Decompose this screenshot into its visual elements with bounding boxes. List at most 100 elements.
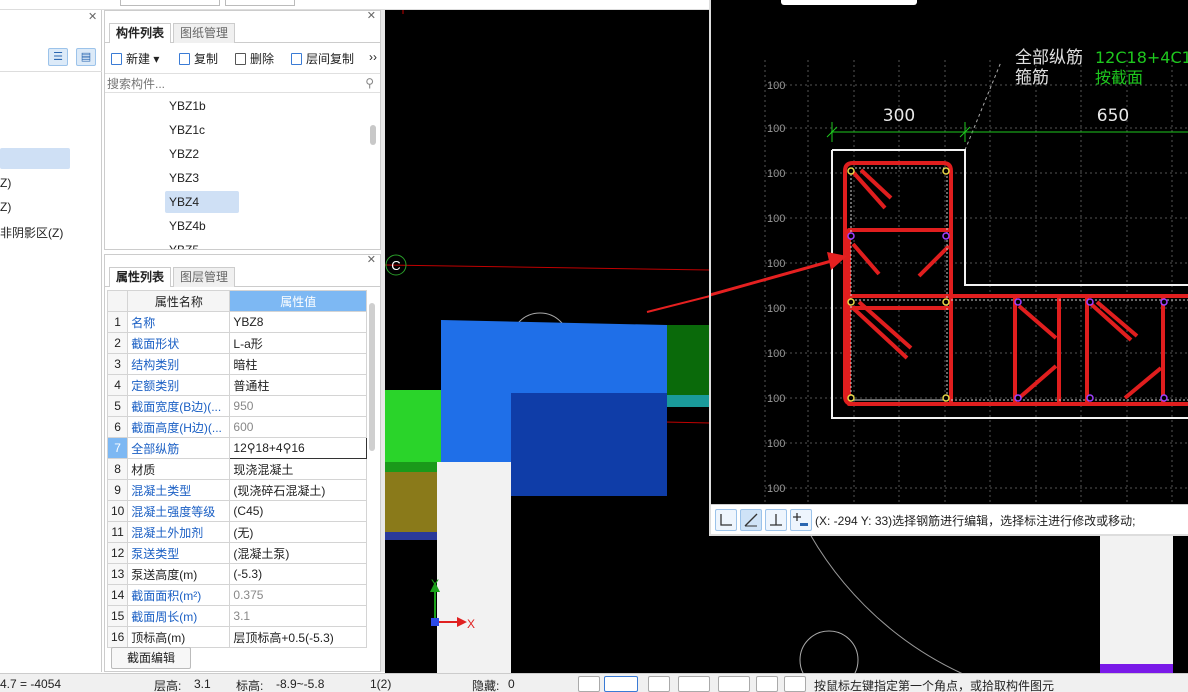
tree-item[interactable]: 非阴影区(Z) bbox=[0, 224, 63, 241]
list-item[interactable]: YBZ1c bbox=[165, 119, 239, 141]
table-row[interactable]: 14 截面面积(m²) 0.375 bbox=[106, 584, 367, 606]
table-row[interactable]: 4 定额类别 普通柱 bbox=[106, 374, 367, 396]
table-row[interactable]: 9 混凝土类型 (现浇碎石混凝土) bbox=[106, 479, 367, 501]
tree-item[interactable]: Z) bbox=[0, 200, 11, 214]
property-name: 混凝土类型 bbox=[127, 479, 231, 501]
dimension-300[interactable]: 300 bbox=[883, 106, 915, 126]
tree-toolbar: ☰ ▤ bbox=[0, 46, 102, 72]
angle-snap-button[interactable] bbox=[678, 676, 710, 692]
slope-button[interactable] bbox=[784, 676, 806, 692]
close-icon[interactable]: ✕ bbox=[367, 253, 376, 266]
more-icon[interactable]: ›› bbox=[369, 50, 377, 64]
property-value[interactable]: 600 bbox=[229, 416, 367, 438]
close-icon[interactable]: ✕ bbox=[367, 9, 376, 22]
table-row[interactable]: 8 材质 现浇混凝土 bbox=[106, 458, 367, 480]
section-edit-button[interactable]: 截面编辑 bbox=[111, 647, 191, 669]
grid-label: 100 bbox=[767, 258, 785, 270]
trash-icon bbox=[235, 53, 246, 65]
tab-property-list[interactable]: 属性列表 bbox=[109, 267, 172, 287]
scrollbar-thumb[interactable] bbox=[370, 125, 376, 145]
grid-label: 100 bbox=[767, 483, 785, 495]
section-drawing[interactable]: 100 100 100 100 100 100 100 100 100 100 全部纵筋 箍筋 1… bbox=[711, 0, 1188, 504]
cross-snap-button[interactable] bbox=[648, 676, 670, 692]
tab-layer-management[interactable]: 图层管理 bbox=[173, 267, 236, 287]
scrollbar-thumb[interactable] bbox=[369, 303, 375, 451]
column-front-face bbox=[511, 393, 667, 496]
table-row[interactable]: 2 截面形状 L-a形 bbox=[106, 332, 367, 354]
tab-component-list[interactable]: 构件列表 bbox=[109, 23, 172, 43]
property-value[interactable]: 现浇混凝土 bbox=[229, 458, 367, 480]
detail-view-icon[interactable]: ▤ bbox=[76, 48, 96, 66]
list-view-icon[interactable]: ☰ bbox=[48, 48, 68, 66]
property-value[interactable]: (-5.3) bbox=[229, 563, 367, 585]
table-row[interactable]: 7 全部纵筋 12⚲18+4⚲16 bbox=[106, 437, 367, 459]
property-table: 属性名称 属性值 1 名称 YBZ8 2 截面形状 L-a形 3 结构类别 暗柱 4 定额类别 普通柱… bbox=[106, 290, 367, 648]
grid-label: 100 bbox=[767, 80, 785, 92]
axis-line bbox=[385, 264, 711, 271]
property-value[interactable]: 3.1 bbox=[229, 605, 367, 627]
tree-item[interactable]: Z) bbox=[0, 176, 11, 190]
table-row[interactable]: 5 截面宽度(B边)(... 950 bbox=[106, 395, 367, 417]
elevation-label: 标高: bbox=[236, 679, 264, 692]
table-row[interactable]: 10 混凝土强度等级 (C45) bbox=[106, 500, 367, 522]
component-dropdown[interactable] bbox=[225, 0, 295, 6]
tab-drawing-management[interactable]: 图纸管理 bbox=[173, 23, 236, 43]
list-item[interactable]: YBZ5 bbox=[165, 239, 239, 249]
list-item-selected[interactable]: YBZ4 bbox=[165, 191, 239, 213]
snap-mode-button[interactable] bbox=[604, 676, 638, 692]
property-value[interactable]: (C45) bbox=[229, 500, 367, 522]
delete-button[interactable]: 删除 bbox=[235, 50, 274, 67]
table-row[interactable]: 11 混凝土外加剂 (无) bbox=[106, 521, 367, 543]
property-value[interactable]: 暗柱 bbox=[229, 353, 367, 375]
floor-dropdown[interactable] bbox=[120, 0, 220, 6]
status-bar: 4.7 = -4054 层高: 3.1 标高: -8.9~-5.8 1(2) 隐… bbox=[0, 673, 1188, 692]
orthogonal-icon[interactable] bbox=[715, 509, 737, 531]
table-row[interactable]: 12 泵送类型 (混凝土泵) bbox=[106, 542, 367, 564]
new-button[interactable]: 新建 ▾ bbox=[111, 50, 159, 67]
property-value[interactable]: L-a形 bbox=[229, 332, 367, 354]
close-icon[interactable]: ✕ bbox=[88, 10, 97, 23]
list-item[interactable]: YBZ1b bbox=[165, 95, 239, 117]
line-draw-icon[interactable] bbox=[740, 509, 762, 531]
property-name: 截面形状 bbox=[127, 332, 231, 354]
row-number: 8 bbox=[106, 458, 129, 480]
table-row[interactable]: 6 截面高度(H边)(... 600 bbox=[106, 416, 367, 438]
property-value[interactable]: 12⚲18+4⚲16 bbox=[229, 437, 367, 459]
property-name: 名称 bbox=[127, 311, 231, 333]
property-value[interactable]: (现浇碎石混凝土) bbox=[229, 479, 367, 501]
copy-button[interactable]: 复制 bbox=[179, 50, 218, 67]
list-item[interactable]: YBZ3 bbox=[165, 167, 239, 189]
table-row[interactable]: 16 顶标高(m) 层顶标高+0.5(-5.3) bbox=[106, 626, 367, 648]
property-value[interactable]: (无) bbox=[229, 521, 367, 543]
display-button[interactable] bbox=[756, 676, 778, 692]
rebar-spec[interactable]: 12C18+4C16 bbox=[1095, 48, 1188, 67]
tree-item-selected[interactable] bbox=[0, 148, 70, 169]
ortho-mode-button[interactable] bbox=[578, 676, 600, 692]
table-row[interactable]: 1 名称 YBZ8 bbox=[106, 311, 367, 333]
list-item[interactable]: YBZ2 bbox=[165, 143, 239, 165]
stirrup-spec[interactable]: 按截面 bbox=[1095, 68, 1143, 87]
dimension-650[interactable]: 650 bbox=[1097, 106, 1129, 126]
y-axis-label: Y bbox=[431, 577, 439, 591]
floor-height-value: 3.1 bbox=[194, 677, 211, 691]
table-row[interactable]: 15 截面周长(m) 3.1 bbox=[106, 605, 367, 627]
property-name: 截面高度(H边)(... bbox=[127, 416, 231, 438]
property-value[interactable]: 层顶标高+0.5(-5.3) bbox=[229, 626, 367, 648]
line-glyph bbox=[744, 513, 758, 527]
property-value[interactable]: 普通柱 bbox=[229, 374, 367, 396]
property-value[interactable]: 0.375 bbox=[229, 584, 367, 606]
row-number: 12 bbox=[106, 542, 129, 564]
property-value[interactable]: 950 bbox=[229, 395, 367, 417]
table-row[interactable]: 13 泵送高度(m) (-5.3) bbox=[106, 563, 367, 585]
property-value[interactable]: (混凝土泵) bbox=[229, 542, 367, 564]
search-input[interactable] bbox=[107, 76, 357, 91]
offset-button[interactable] bbox=[718, 676, 750, 692]
table-row[interactable]: 3 结构类别 暗柱 bbox=[106, 353, 367, 375]
list-item[interactable]: YBZ4b bbox=[165, 215, 239, 237]
floor-copy-button[interactable]: 层间复制 bbox=[291, 50, 354, 67]
perpendicular-icon[interactable] bbox=[765, 509, 787, 531]
axis-label: C bbox=[391, 258, 400, 273]
new-icon bbox=[111, 53, 122, 65]
add-rebar-icon[interactable] bbox=[790, 509, 812, 531]
property-value[interactable]: YBZ8 bbox=[229, 311, 367, 333]
